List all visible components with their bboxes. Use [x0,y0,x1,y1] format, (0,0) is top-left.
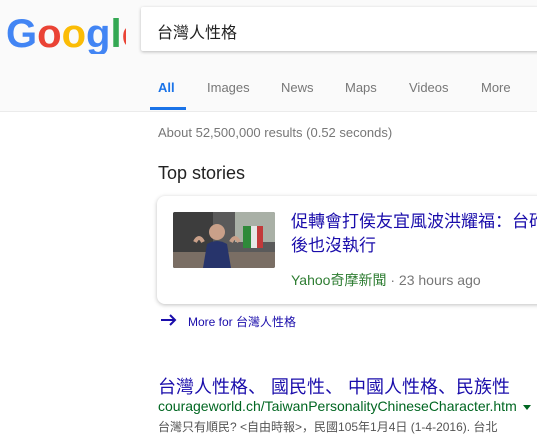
story-separator: · [390,272,396,288]
active-tab-indicator [150,107,186,110]
svg-text:Google: Google [6,12,126,54]
story-title[interactable]: 促轉會打侯友宜風波洪耀福：台砲，最後也沒執行 [291,210,537,258]
search-input[interactable]: 台灣人性格 [141,7,537,51]
result-snippet: 台灣只有順民? <自由時報>，民國105年1月4日 (1-4-2016). 台北 [158,420,498,434]
tab-more[interactable]: More [481,80,511,95]
more-stories-link[interactable]: More for 台灣人性格 [160,313,296,330]
tab-all[interactable]: All [158,80,175,95]
tab-videos[interactable]: Videos [409,80,449,95]
dropdown-caret-icon[interactable] [522,404,531,410]
top-story-card[interactable]: 促轉會打侯友宜風波洪耀福：台砲，最後也沒執行 Yahoo奇摩新聞 · 23 ho… [157,196,537,304]
story-time: 23 hours ago [398,272,481,288]
top-stories-heading: Top stories [158,163,246,183]
story-source: Yahoo奇摩新聞 [291,272,387,288]
tab-maps[interactable]: Maps [345,80,377,95]
result-url: courageworld.ch/TaiwanPersonalityChinese… [158,398,531,414]
more-stories-label: More for 台灣人性格 [188,315,297,329]
tab-news[interactable]: News [281,80,314,95]
header: Google 台灣人性格 All Images News Maps Videos… [0,0,537,112]
arrow-right-icon [160,313,178,330]
search-query: 台灣人性格 [157,25,238,42]
result-title-link[interactable]: 台灣人性格、 國民性、 中國人性格、民族性 [158,373,510,399]
story-meta: Yahoo奇摩新聞 · 23 hours ago [291,270,481,290]
result-stats: About 52,500,000 results (0.52 seconds) [158,125,393,140]
google-logo[interactable]: Google [6,10,126,54]
search-tabs: All Images News Maps Videos More [0,78,537,110]
story-thumbnail[interactable] [173,212,275,268]
result-url-text: courageworld.ch/TaiwanPersonalityChinese… [158,398,517,414]
tab-images[interactable]: Images [207,80,250,95]
